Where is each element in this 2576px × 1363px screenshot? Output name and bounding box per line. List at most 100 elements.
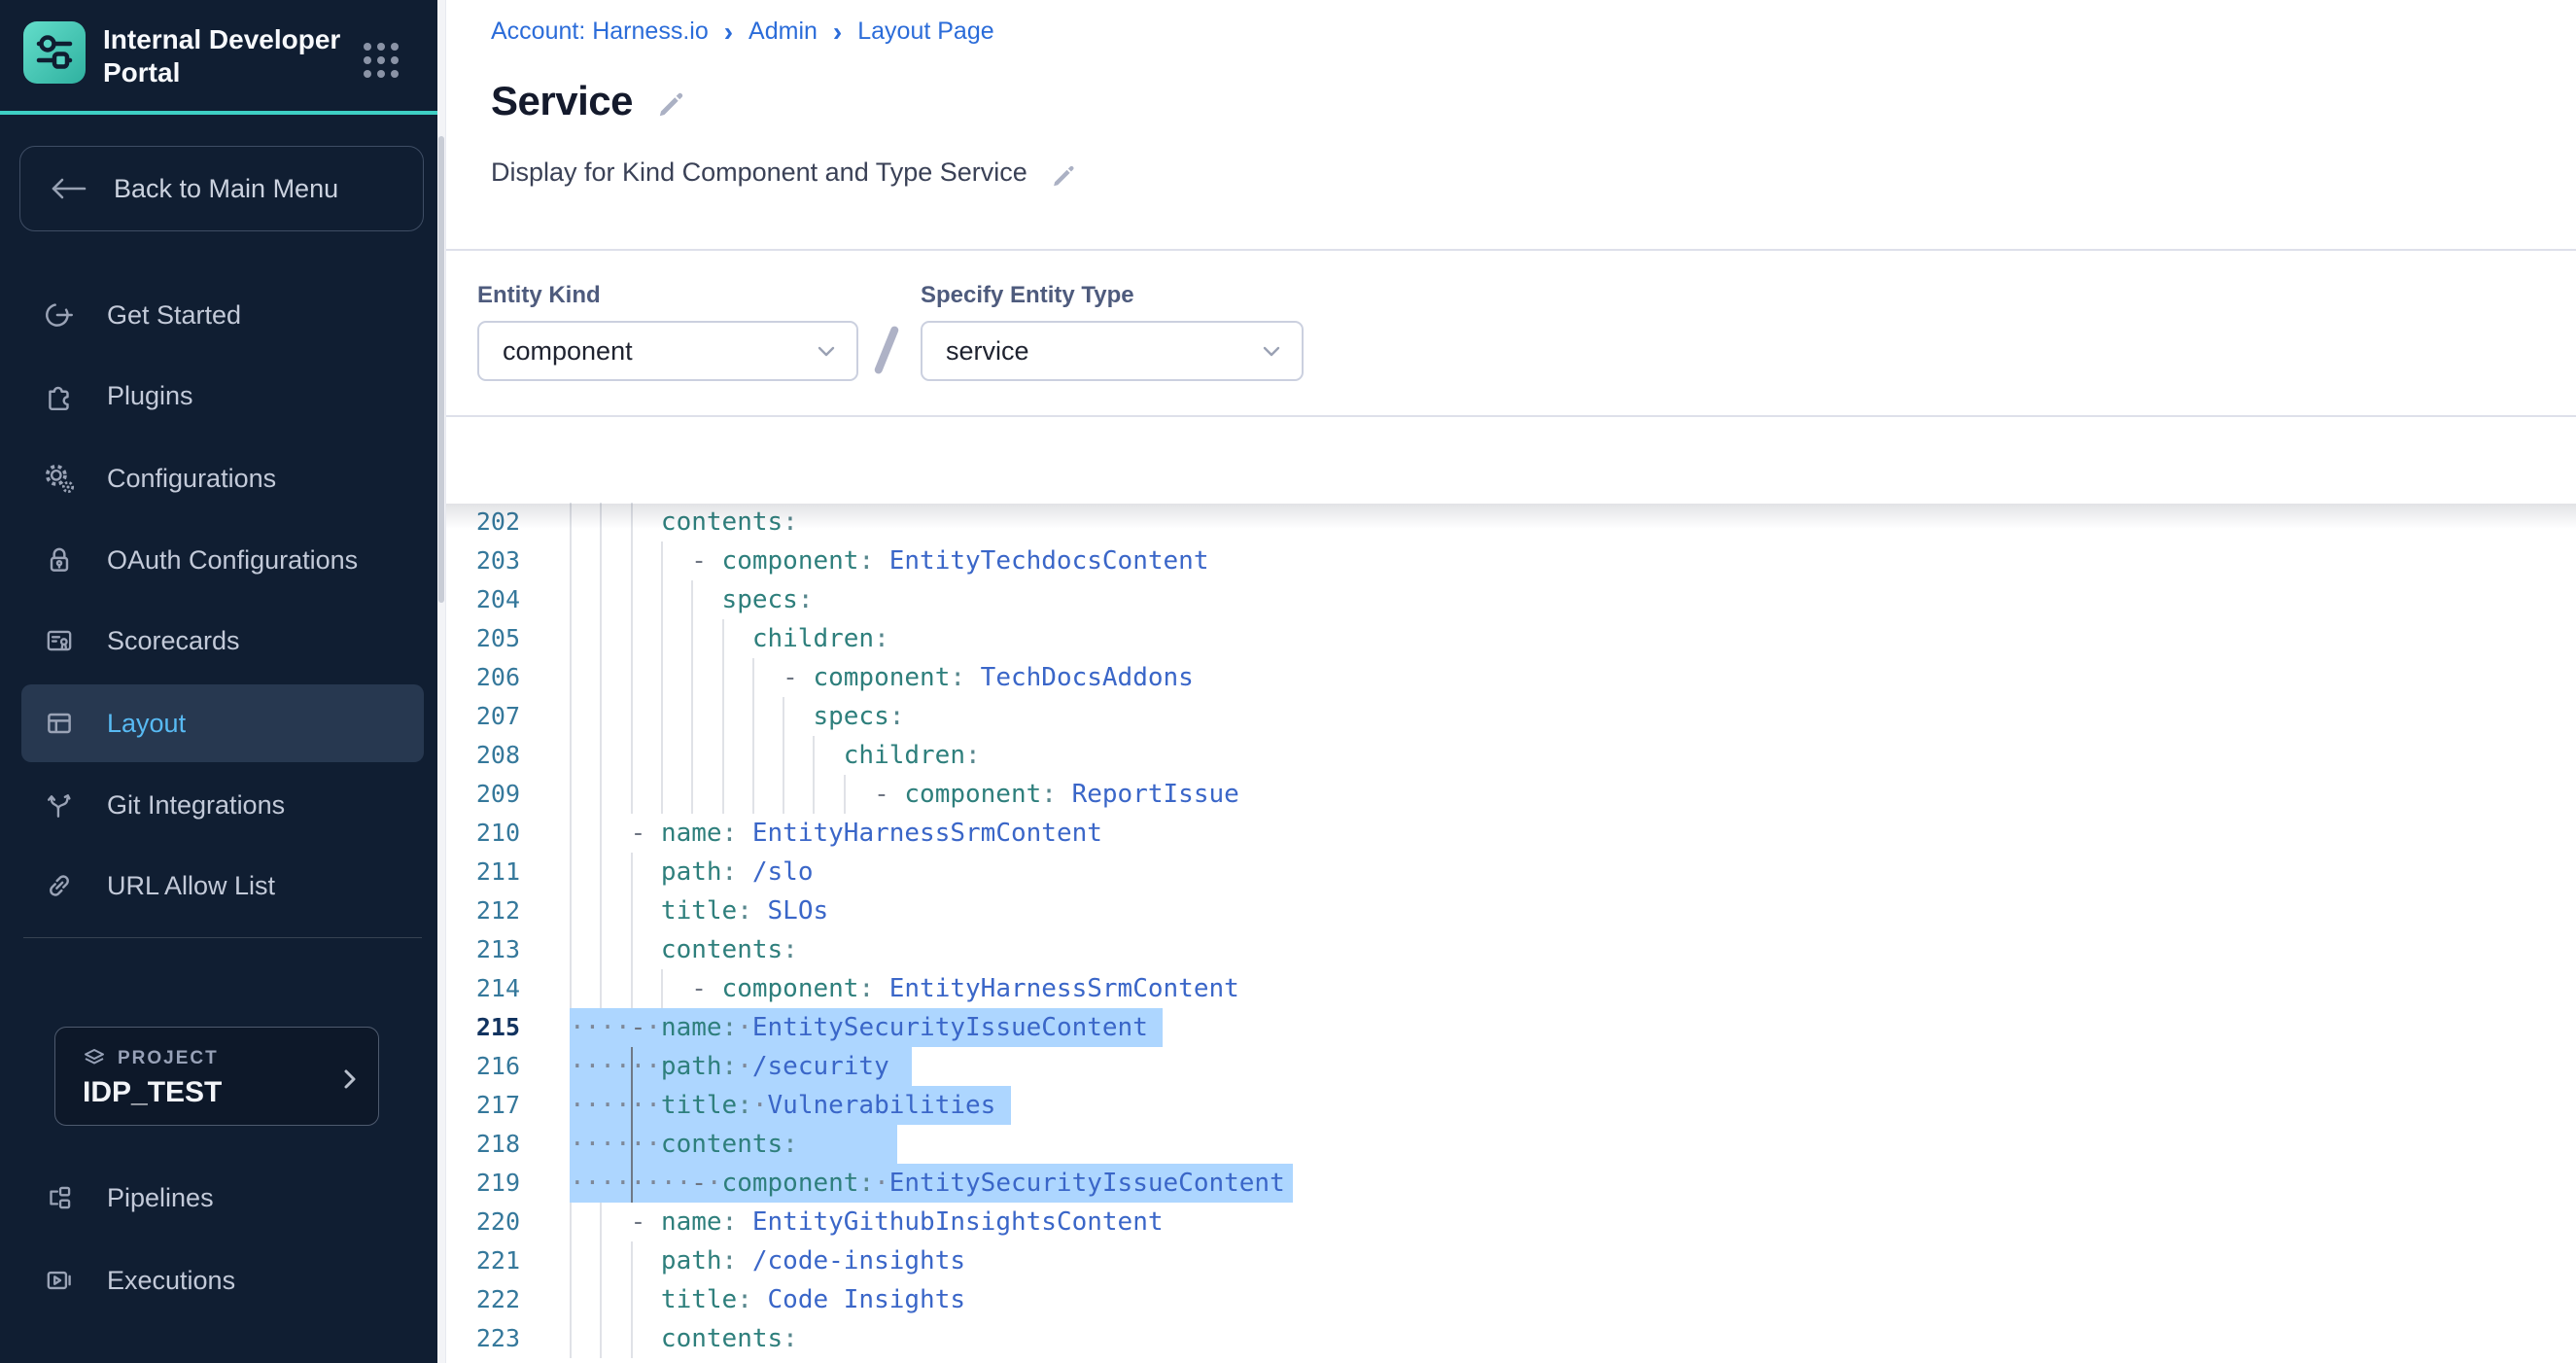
breadcrumb-separator: › — [833, 19, 842, 44]
sidebar-item-oauth-configurations[interactable]: OAuth Configurations — [21, 521, 424, 599]
code-line-body: specs: — [570, 697, 2576, 736]
sidebar-item-git-integrations[interactable]: Git Integrations — [21, 766, 424, 844]
code-line[interactable]: 219········-·component:·EntitySecurityIs… — [446, 1164, 2576, 1203]
code-line[interactable]: 223 contents: — [446, 1319, 2576, 1358]
code-line-body: ······title:·Vulnerabilities — [570, 1086, 2576, 1125]
code-token-key: children — [752, 624, 874, 653]
code-text: - component: EntityTechdocsContent — [570, 542, 2576, 580]
code-line[interactable]: 222 title: Code Insights — [446, 1280, 2576, 1319]
code-token-dash: - — [691, 974, 707, 1003]
code-text: contents: — [570, 1319, 2576, 1358]
code-token-colon: : — [858, 1169, 874, 1198]
code-token-ws — [737, 857, 752, 887]
sidebar-scrollbar-thumb[interactable] — [438, 136, 444, 603]
code-line[interactable]: 202 contents: — [446, 503, 2576, 542]
entity-kind-select[interactable]: component — [477, 321, 858, 381]
sidebar-item-scorecards[interactable]: Scorecards — [21, 602, 424, 680]
code-token-key: title — [661, 1285, 737, 1314]
sidebar-item-plugins[interactable]: Plugins — [21, 357, 424, 435]
code-line[interactable]: 211 path: /slo — [446, 853, 2576, 891]
code-token-ws: · — [707, 1169, 722, 1198]
code-token-ws: · — [737, 1013, 752, 1042]
yaml-editor[interactable]: 202 contents:203 - component: EntityTech… — [446, 503, 2576, 1358]
code-line[interactable]: 216······path:·/security — [446, 1047, 2576, 1086]
code-line-body: ····-·name:·EntitySecurityIssueContent — [570, 1008, 2576, 1047]
sidebar-item-pipelines[interactable]: Pipelines — [21, 1159, 424, 1237]
code-line[interactable]: 208 children: — [446, 736, 2576, 775]
code-line[interactable]: 204 specs: — [446, 580, 2576, 619]
project-selector[interactable]: PROJECT IDP_TEST — [54, 1027, 379, 1126]
sidebar-item-label: Configurations — [107, 464, 276, 494]
code-token-key: title — [661, 896, 737, 926]
code-line[interactable]: 212 title: SLOs — [446, 891, 2576, 930]
line-number: 208 — [446, 736, 520, 775]
arrow-left-icon — [48, 174, 88, 203]
code-token-colon: : — [722, 1013, 738, 1042]
git-fork-icon — [43, 788, 76, 821]
sidebar-item-layout[interactable]: Layout — [21, 684, 424, 762]
breadcrumb-layout-page[interactable]: Layout Page — [857, 17, 993, 46]
code-token-key: contents — [661, 1324, 783, 1353]
code-token-ws — [570, 624, 752, 653]
code-line[interactable]: 207 specs: — [446, 697, 2576, 736]
code-token-ws: ········ — [570, 1169, 691, 1198]
code-token-ws — [707, 974, 722, 1003]
code-token-ws — [874, 546, 889, 576]
code-token-ws: ······ — [570, 1091, 661, 1120]
code-token-ws: · — [645, 1013, 661, 1042]
code-token-ws — [570, 780, 874, 809]
line-number: 223 — [446, 1319, 520, 1358]
sidebar-item-label: Get Started — [107, 300, 241, 331]
entity-type-select[interactable]: service — [921, 321, 1304, 381]
code-token-key: name — [661, 1013, 722, 1042]
sidebar-item-url-allow-list[interactable]: URL Allow List — [21, 847, 424, 925]
grid-apps-icon[interactable] — [356, 35, 406, 86]
entity-type-value: service — [946, 336, 1029, 367]
code-token-key: path — [661, 1052, 722, 1081]
code-line[interactable]: 213 contents: — [446, 930, 2576, 969]
code-token-ws — [570, 819, 631, 848]
breadcrumb-admin[interactable]: Admin — [748, 17, 818, 46]
sidebar-item-label: Pipelines — [107, 1183, 214, 1213]
code-token-colon: : — [722, 1052, 738, 1081]
code-line[interactable]: 214 - component: EntityHarnessSrmContent — [446, 969, 2576, 1008]
code-token-ws — [874, 974, 889, 1003]
code-line-body: children: — [570, 736, 2576, 775]
code-token-ws: ······ — [570, 1130, 661, 1159]
sidebar: Internal Developer Portal Back to Main M… — [0, 0, 445, 1363]
sidebar-item-configurations[interactable]: Configurations — [21, 439, 424, 517]
code-token-dash: - — [631, 1013, 646, 1042]
code-token-ws — [737, 819, 752, 848]
sidebar-scrollbar[interactable] — [437, 0, 445, 1363]
code-line[interactable]: 215····-·name:·EntitySecurityIssueConten… — [446, 1008, 2576, 1047]
breadcrumb-account[interactable]: Account: Harness.io — [491, 17, 709, 46]
edit-subtitle-pencil-icon[interactable] — [1049, 159, 1076, 187]
code-line[interactable]: 221 path: /code-insights — [446, 1241, 2576, 1280]
code-line[interactable]: 218······contents: — [446, 1125, 2576, 1164]
edit-title-pencil-icon[interactable] — [654, 86, 685, 117]
sidebar-item-get-started[interactable]: Get Started — [21, 276, 424, 354]
line-number: 221 — [446, 1241, 520, 1280]
code-line-body: path: /code-insights — [570, 1241, 2576, 1280]
code-line[interactable]: 206 - component: TechDocsAddons — [446, 658, 2576, 697]
sidebar-item-executions[interactable]: Executions — [21, 1241, 424, 1319]
code-text: - component: EntityHarnessSrmContent — [570, 969, 2576, 1008]
lock-icon — [43, 543, 76, 577]
code-line[interactable]: 203 - component: EntityTechdocsContent — [446, 542, 2576, 580]
back-to-main-menu-button[interactable]: Back to Main Menu — [19, 146, 424, 231]
code-token-ws — [570, 702, 813, 731]
code-token-dash: - — [631, 1207, 646, 1237]
line-number: 214 — [446, 969, 520, 1008]
code-line[interactable]: 209 - component: ReportIssue — [446, 775, 2576, 814]
code-line[interactable]: 220 - name: EntityGithubInsightsContent — [446, 1203, 2576, 1241]
code-line[interactable]: 210 - name: EntityHarnessSrmContent — [446, 814, 2576, 853]
code-token-ws — [570, 1246, 661, 1276]
chevron-down-icon — [814, 338, 839, 364]
code-token-key: component — [722, 546, 859, 576]
code-line[interactable]: 217······title:·Vulnerabilities — [446, 1086, 2576, 1125]
code-line-body: - component: TechDocsAddons — [570, 658, 2576, 697]
line-number: 222 — [446, 1280, 520, 1319]
code-text: specs: — [570, 580, 2576, 619]
code-token-ws — [570, 1324, 661, 1353]
code-line[interactable]: 205 children: — [446, 619, 2576, 658]
